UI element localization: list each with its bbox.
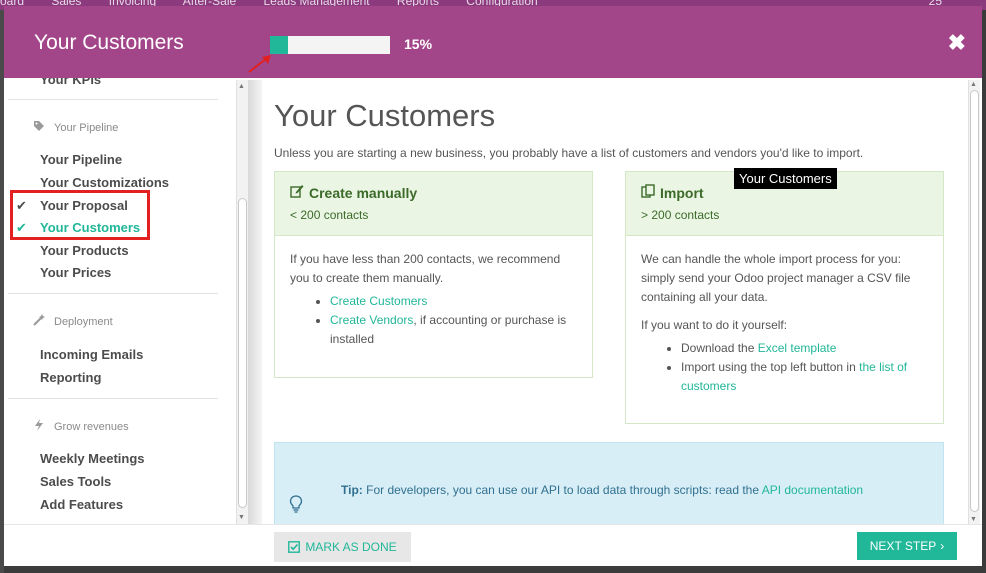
list-item: Download the Excel template xyxy=(681,339,928,358)
modal-footer: MARK AS DONE NEXT STEP › xyxy=(4,524,982,566)
sidebar-divider xyxy=(8,293,218,294)
sidebar-item-your-pipeline[interactable]: Your Pipeline xyxy=(40,152,122,167)
tooltip: Your Customers xyxy=(734,168,837,189)
files-icon xyxy=(641,184,655,201)
card-subtitle: > 200 contacts xyxy=(641,208,720,222)
card-list: Download the Excel template Import using… xyxy=(681,339,928,396)
card-title: Import xyxy=(660,184,704,201)
scroll-down-icon[interactable]: ▼ xyxy=(970,516,977,523)
annotation-arrow xyxy=(248,55,271,73)
excel-template-link[interactable]: Excel template xyxy=(758,341,837,355)
modal-title: Your Customers xyxy=(34,31,184,54)
card-subtitle: < 200 contacts xyxy=(290,208,369,222)
planner-modal: Your Customers 15% ✖ Your KPIs Your Pipe… xyxy=(4,6,982,566)
card-body: If you have less than 200 contacts, we r… xyxy=(275,236,592,363)
list-item: Create Vendors, if accounting or purchas… xyxy=(330,311,577,349)
edit-icon xyxy=(290,184,304,201)
mark-as-done-button[interactable]: MARK AS DONE xyxy=(274,532,411,562)
modal-header: Your Customers 15% ✖ xyxy=(4,6,982,78)
sidebar-item-incoming-emails[interactable]: Incoming Emails xyxy=(40,347,143,362)
page-intro: Unless you are starting a new business, … xyxy=(274,146,864,160)
checkbox-checked-icon xyxy=(288,541,301,553)
card-title: Create manually xyxy=(309,184,418,201)
sidebar-item-sales-tools[interactable]: Sales Tools xyxy=(40,474,111,489)
list-item-text: Import using the top left button in xyxy=(681,360,860,374)
bolt-icon xyxy=(32,419,46,434)
scroll-up-icon[interactable]: ▲ xyxy=(970,81,977,88)
sidebar-category-label: Grow revenues xyxy=(54,420,129,433)
progress-fill xyxy=(270,36,288,54)
card-text: If you have less than 200 contacts, we r… xyxy=(290,252,561,285)
sidebar-item-your-kpis[interactable]: Your KPIs xyxy=(40,78,101,87)
sidebar-scrollbar-thumb[interactable] xyxy=(238,198,247,508)
sidebar-divider xyxy=(8,398,218,399)
next-step-button[interactable]: NEXT STEP › xyxy=(857,532,957,560)
scroll-up-icon[interactable]: ▲ xyxy=(238,83,245,90)
create-customers-link[interactable]: Create Customers xyxy=(330,294,427,308)
progress-label: 15% xyxy=(404,36,433,52)
scroll-down-icon[interactable]: ▼ xyxy=(238,514,245,521)
list-item: Import using the top left button in the … xyxy=(681,358,928,396)
sidebar-category-label: Deployment xyxy=(54,315,113,328)
card-body: We can handle the whole import process f… xyxy=(626,236,943,410)
sidebar-divider xyxy=(8,99,218,100)
content-scrollbar-thumb[interactable] xyxy=(970,90,979,512)
lightbulb-icon xyxy=(289,495,303,513)
sidebar-category-grow-revenues: Grow revenues xyxy=(32,419,129,434)
create-manually-card: Create manually < 200 contacts If you ha… xyxy=(274,171,593,378)
tag-icon xyxy=(32,120,46,135)
sidebar-category-pipeline: Your Pipeline xyxy=(32,120,118,135)
sidebar-scrollbar[interactable]: ▲ ▼ xyxy=(236,80,248,524)
chevron-right-icon: › xyxy=(940,539,945,553)
sidebar-item-weekly-meetings[interactable]: Weekly Meetings xyxy=(40,451,145,466)
magic-wand-icon xyxy=(32,314,46,329)
planner-sidebar: Your KPIs Your Pipeline Your Pipeline Yo… xyxy=(4,78,236,524)
sidebar-item-your-customizations[interactable]: Your Customizations xyxy=(40,175,169,190)
sidebar-item-reporting[interactable]: Reporting xyxy=(40,370,101,385)
tip-text: Tip: For developers, you can use our API… xyxy=(341,483,863,497)
card-text: We can handle the whole import process f… xyxy=(641,252,911,304)
sidebar-category-label: Your Pipeline xyxy=(54,121,119,134)
sidebar-shadow xyxy=(248,80,262,524)
sidebar-item-your-prices[interactable]: Your Prices xyxy=(40,265,111,280)
page-content: Your Customers Unless you are starting a… xyxy=(262,80,968,524)
import-card: Import > 200 contacts We can handle the … xyxy=(625,171,944,424)
progress-bar xyxy=(270,36,390,54)
next-step-label: NEXT STEP xyxy=(869,539,937,553)
page-title: Your Customers xyxy=(274,98,496,133)
tip-label: Tip: xyxy=(341,483,363,497)
tip-callout: Tip: For developers, you can use our API… xyxy=(274,442,944,524)
sidebar-category-deployment: Deployment xyxy=(32,314,113,329)
mark-as-done-label: MARK AS DONE xyxy=(305,540,397,554)
card-title-row: Create manually xyxy=(290,184,577,201)
content-scrollbar[interactable]: ▲ ▼ xyxy=(968,80,980,524)
card-list: Create Customers Create Vendors, if acco… xyxy=(330,292,577,349)
api-documentation-link[interactable]: API documentation xyxy=(762,483,863,497)
sidebar-item-add-features[interactable]: Add Features xyxy=(40,497,123,512)
list-item: Create Customers xyxy=(330,292,577,311)
list-item-text: Download the xyxy=(681,341,758,355)
close-icon[interactable]: ✖ xyxy=(948,30,966,56)
card-header: Create manually < 200 contacts xyxy=(275,172,592,236)
create-vendors-link[interactable]: Create Vendors xyxy=(330,313,413,327)
annotation-highlight-box xyxy=(10,190,150,240)
card-text: If you want to do it yourself: xyxy=(641,318,788,332)
tip-body: For developers, you can use our API to l… xyxy=(362,483,762,497)
sidebar-item-your-products[interactable]: Your Products xyxy=(40,243,129,258)
